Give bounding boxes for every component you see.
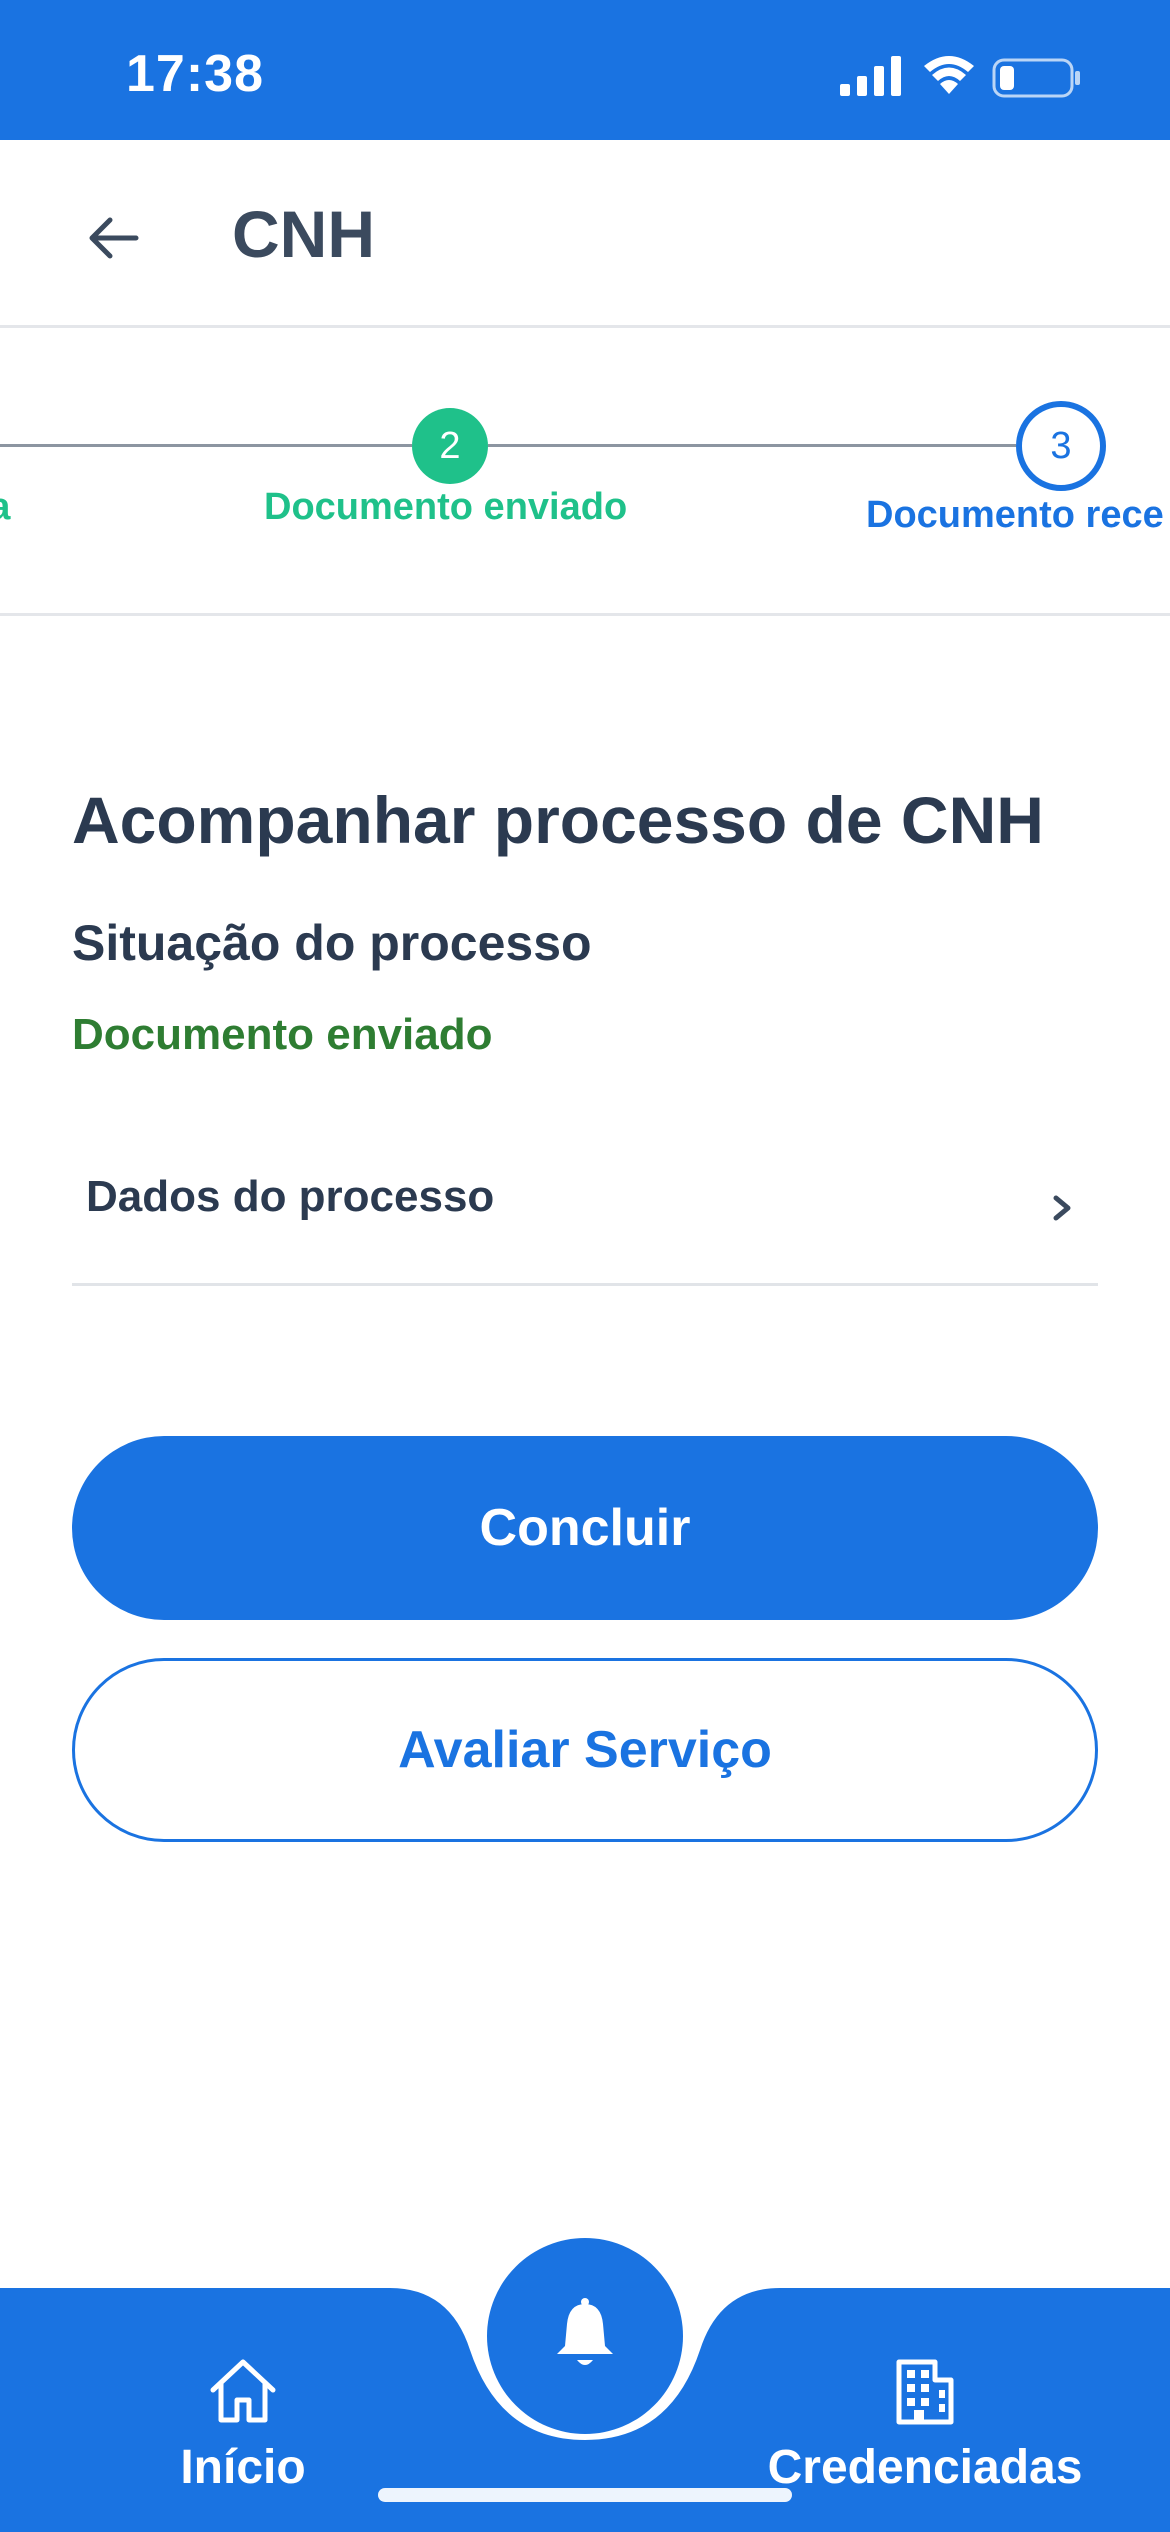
step-circle-3: 3: [1016, 401, 1106, 491]
page-title: CNH: [232, 197, 375, 271]
process-stepper: da 2 Documento enviado 3 Documento rece: [0, 328, 1170, 616]
chevron-right-icon: [1053, 1195, 1071, 1221]
status-bar: 17:38: [0, 0, 1170, 140]
nav-label-credenciadas: Credenciadas: [767, 2441, 1083, 2494]
app-header: CNH: [0, 140, 1170, 328]
battery-icon: [992, 58, 1080, 98]
home-indicator: [378, 2488, 792, 2502]
app-screen: 17:38 CNH 2 Documento enviado 3 Document…: [0, 0, 1170, 2532]
content-title: Acompanhar processo de CNH: [72, 783, 1044, 857]
status-heading: Situação do processo: [72, 915, 592, 971]
bottom-navigation: Início Credenciadas: [0, 2180, 1170, 2532]
wifi-icon: [924, 56, 974, 94]
rate-service-button[interactable]: Avaliar Serviço: [72, 1658, 1098, 1842]
step-circle-2: 2: [412, 408, 488, 484]
step-label-3: Documento rece: [866, 494, 1164, 536]
home-icon: [210, 2359, 276, 2423]
bell-icon: [557, 2298, 613, 2365]
status-value: Documento enviado: [72, 1010, 493, 1059]
step-label-2: Documento enviado: [264, 486, 628, 528]
step-connector: [0, 444, 412, 447]
status-time: 17:38: [126, 45, 264, 103]
step-label-1: da: [0, 486, 10, 529]
step-connector: [488, 444, 1016, 447]
process-details-label: Dados do processo: [86, 1172, 495, 1221]
nav-item-home[interactable]: Início: [53, 2352, 433, 2522]
back-button[interactable]: [74, 198, 154, 278]
nav-item-credenciadas[interactable]: Credenciadas: [735, 2352, 1115, 2522]
process-details-row[interactable]: Dados do processo: [72, 1140, 1098, 1286]
arrow-left-icon: [89, 217, 139, 259]
conclude-button[interactable]: Concluir: [72, 1436, 1098, 1620]
notifications-fab[interactable]: [487, 2238, 683, 2434]
nav-label-home: Início: [180, 2441, 306, 2494]
building-icon: [896, 2359, 954, 2425]
signal-icon: [840, 56, 901, 96]
